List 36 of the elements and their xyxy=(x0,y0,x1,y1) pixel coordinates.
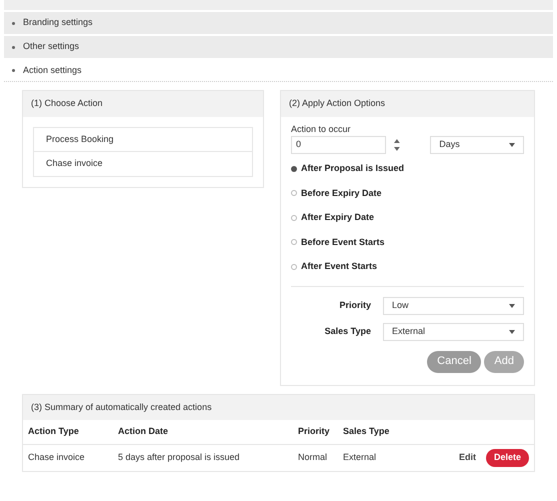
table-cell-text: 5 days after proposal is issued xyxy=(118,450,241,464)
radio-option[interactable]: After Expiry Date xyxy=(291,211,524,224)
accordion-label: Other settings xyxy=(23,40,80,54)
accordion-header[interactable]: Branding settings xyxy=(4,12,553,34)
radio-option[interactable]: After Proposal is Issued xyxy=(291,162,524,176)
accordion-label: Action settings xyxy=(23,64,82,77)
radio-option[interactable]: Before Event Starts xyxy=(291,236,524,249)
panel-title: (1) Choose Action xyxy=(23,91,263,116)
table-cell-text: External xyxy=(343,450,378,464)
number-field[interactable]: 0 xyxy=(291,136,386,154)
delete-button[interactable]: Delete xyxy=(486,448,529,466)
spinner-icon[interactable] xyxy=(394,138,400,152)
field-label: Sales Type xyxy=(324,324,371,338)
caret-icon xyxy=(509,304,515,308)
column-header: Action Date xyxy=(118,425,170,438)
caret-icon xyxy=(509,143,515,147)
bullet-icon xyxy=(12,69,15,72)
accordion-header[interactable]: Other settings xyxy=(4,36,553,58)
unit-select[interactable]: Days xyxy=(430,136,524,154)
panel-title: (2) Apply Action Options xyxy=(281,91,534,116)
field-label: Priority xyxy=(338,298,371,312)
radio-option[interactable]: After Event Starts xyxy=(291,260,524,274)
select-field[interactable]: External xyxy=(383,322,524,340)
table-cell-text: Normal xyxy=(298,450,328,464)
column-header: Sales Type xyxy=(343,425,390,438)
table-cell-text: Chase invoice xyxy=(28,450,86,464)
bullet-icon xyxy=(12,22,15,24)
select-field[interactable]: Low xyxy=(383,296,524,314)
column-header: Priority xyxy=(298,425,331,438)
field-label: Action to occur xyxy=(291,122,352,136)
column-header: Action Type xyxy=(28,425,80,438)
bullet-icon xyxy=(12,46,15,48)
accordion-label: Branding settings xyxy=(23,16,93,30)
radio-option[interactable]: Before Expiry Date xyxy=(291,186,524,200)
panel-title: (3) Summary of automatically created actions xyxy=(23,394,534,420)
caret-icon xyxy=(509,330,515,334)
